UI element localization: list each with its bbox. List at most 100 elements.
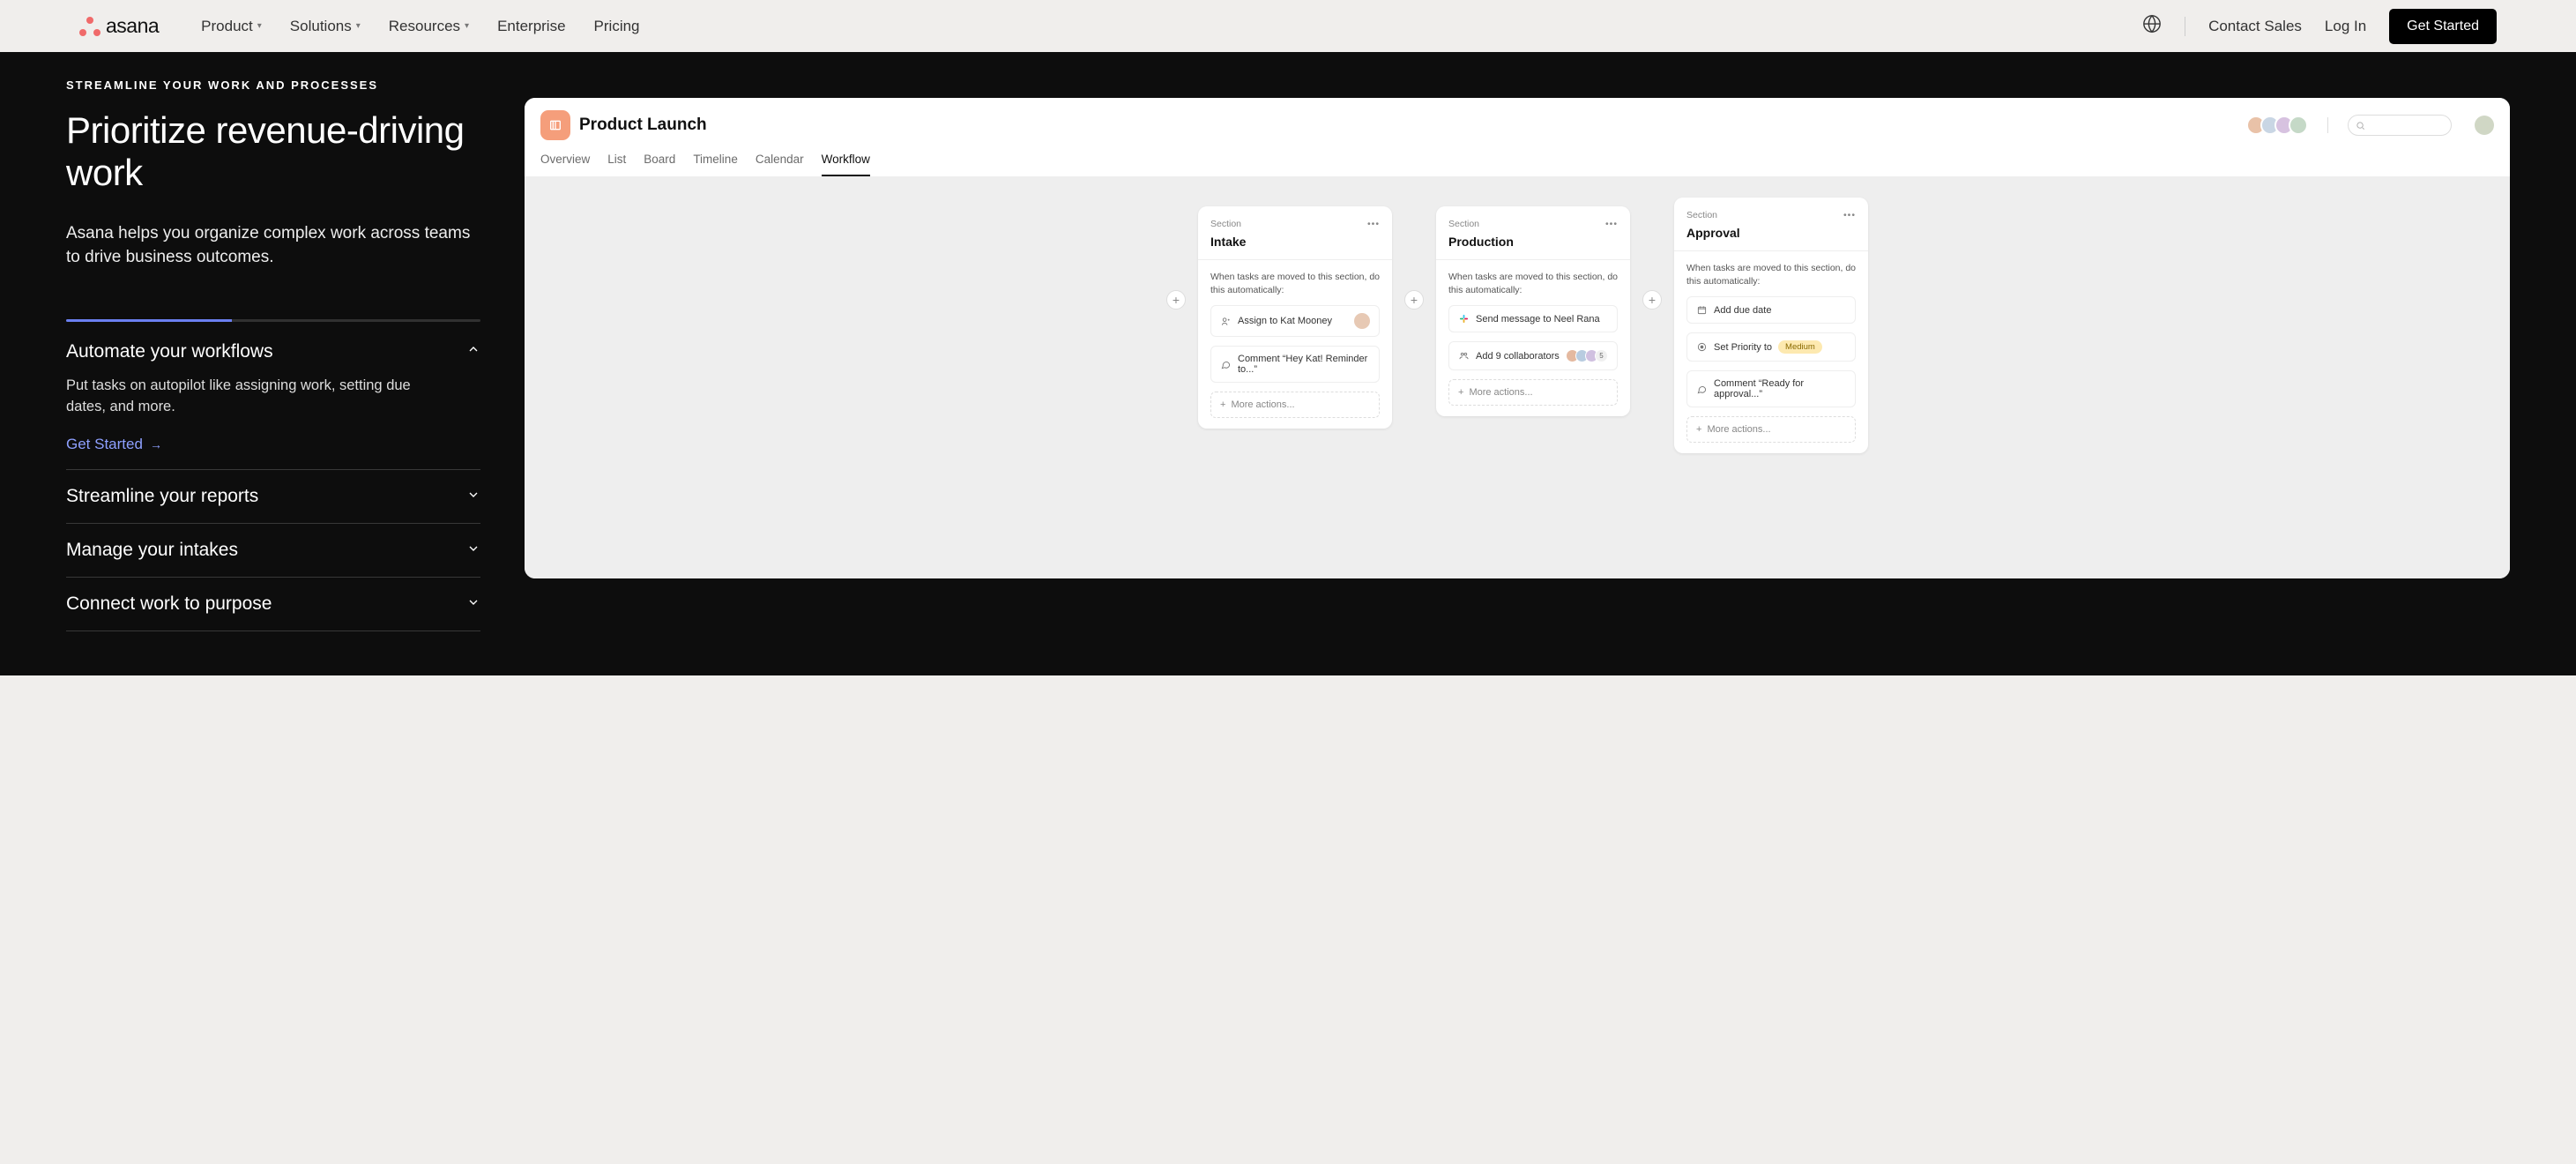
tab-calendar[interactable]: Calendar [756, 153, 804, 176]
accordion-item-purpose: Connect work to purpose [66, 578, 480, 631]
search-input[interactable] [2348, 115, 2452, 136]
chevron-down-icon: ▾ [465, 21, 469, 31]
rule-due-date[interactable]: Add due date [1686, 296, 1856, 324]
accordion-cta-link[interactable]: Get Started → [66, 436, 162, 453]
tab-workflow[interactable]: Workflow [822, 153, 870, 176]
nav-solutions[interactable]: Solutions▾ [290, 18, 361, 35]
section-helper: When tasks are moved to this section, do… [1210, 271, 1380, 296]
hero-subtitle: Asana helps you organize complex work ac… [66, 221, 472, 270]
search-icon [2356, 121, 2365, 131]
accordion-toggle[interactable]: Manage your intakes [66, 540, 480, 561]
eyebrow-text: STREAMLINE YOUR WORK AND PROCESSES [66, 78, 489, 92]
project-icon [540, 110, 570, 140]
nav-enterprise[interactable]: Enterprise [497, 18, 565, 35]
tab-board[interactable]: Board [644, 153, 675, 176]
globe-icon[interactable] [2142, 14, 2162, 38]
member-avatars[interactable] [2246, 116, 2308, 135]
chevron-up-icon [466, 342, 480, 361]
more-actions-button[interactable]: + More actions... [1210, 392, 1380, 418]
accordion-title: Automate your workflows [66, 341, 273, 362]
get-started-button[interactable]: Get Started [2389, 9, 2497, 44]
rule-assign[interactable]: Assign to Kat Mooney [1210, 305, 1380, 337]
workflow-canvas: + Section ••• Intake When tasks are move… [525, 176, 2510, 578]
priority-badge: Medium [1778, 340, 1822, 354]
assign-icon [1220, 316, 1232, 327]
feature-accordion: Automate your workflows Put tasks on aut… [66, 319, 489, 632]
workflow-section-approval: Section ••• Approval When tasks are move… [1674, 198, 1868, 453]
add-section-button[interactable]: + [1642, 290, 1662, 310]
accordion-item-automate: Automate your workflows Put tasks on aut… [66, 341, 480, 471]
add-section-button[interactable]: + [1404, 290, 1424, 310]
accordion-toggle[interactable]: Streamline your reports [66, 486, 480, 507]
plus-icon: + [1696, 424, 1701, 435]
accordion-toggle[interactable]: Connect work to purpose [66, 593, 480, 615]
plus-icon: + [1458, 387, 1463, 398]
tab-overview[interactable]: Overview [540, 153, 590, 176]
top-nav: asana Product▾ Solutions▾ Resources▾ Ent… [0, 0, 2576, 52]
hero-copy: STREAMLINE YOUR WORK AND PROCESSES Prior… [66, 78, 489, 631]
comment-icon [1220, 359, 1232, 370]
collaborator-avatars: 5 [1566, 349, 1608, 362]
project-tabs: Overview List Board Timeline Calendar Wo… [540, 153, 2494, 176]
accordion-item-intakes: Manage your intakes [66, 524, 480, 578]
more-actions-button[interactable]: + More actions... [1686, 416, 1856, 443]
chevron-down-icon [466, 488, 480, 506]
section-label: Section [1210, 219, 1241, 229]
section-helper: When tasks are moved to this section, do… [1448, 271, 1618, 296]
more-icon[interactable]: ••• [1843, 210, 1856, 220]
section-label: Section [1448, 219, 1479, 229]
more-icon[interactable]: ••• [1605, 219, 1618, 229]
nav-product[interactable]: Product▾ [201, 18, 262, 35]
rule-priority[interactable]: Set Priority to Medium [1686, 332, 1856, 362]
brand-logo[interactable]: asana [79, 14, 159, 38]
workflow-section-production: Section ••• Production When tasks are mo… [1436, 206, 1630, 416]
rule-comment[interactable]: Comment “Hey Kat! Reminder to...” [1210, 346, 1380, 383]
user-avatar[interactable] [2475, 116, 2494, 135]
section-helper: When tasks are moved to this section, do… [1686, 262, 1856, 287]
brand-name: asana [106, 14, 159, 38]
rule-text: Comment “Hey Kat! Reminder to...” [1238, 354, 1370, 375]
rule-text: Add due date [1714, 305, 1771, 316]
login-link[interactable]: Log In [2325, 18, 2366, 35]
more-icon[interactable]: ••• [1367, 219, 1380, 229]
nav-resources[interactable]: Resources▾ [389, 18, 469, 35]
tab-list[interactable]: List [607, 153, 626, 176]
rule-collaborators[interactable]: Add 9 collaborators 5 [1448, 341, 1618, 370]
accordion-title: Connect work to purpose [66, 593, 272, 615]
avatar [1354, 313, 1370, 329]
nav-pricing[interactable]: Pricing [594, 18, 640, 35]
chevron-down-icon [466, 541, 480, 560]
workflow-section-intake: Section ••• Intake When tasks are moved … [1198, 206, 1392, 429]
slack-icon [1458, 313, 1470, 325]
primary-nav: Product▾ Solutions▾ Resources▾ Enterpris… [201, 18, 639, 35]
section-title: Intake [1210, 235, 1380, 249]
rule-comment[interactable]: Comment “Ready for approval...” [1686, 370, 1856, 407]
section-label: Section [1686, 210, 1717, 220]
more-actions-button[interactable]: + More actions... [1448, 379, 1618, 406]
rule-text: Send message to Neel Rana [1476, 314, 1600, 325]
rule-text: Set Priority to [1714, 342, 1772, 353]
arrow-right-icon: → [150, 437, 162, 451]
collaborators-icon [1458, 350, 1470, 362]
accordion-toggle[interactable]: Automate your workflows [66, 341, 480, 362]
accordion-title: Manage your intakes [66, 540, 238, 561]
app-header: Product Launch Overview List Board T [525, 98, 2510, 176]
plus-icon: + [1220, 399, 1225, 410]
chevron-down-icon [466, 595, 480, 614]
comment-icon [1696, 384, 1708, 395]
secondary-nav: Contact Sales Log In Get Started [2142, 9, 2497, 44]
rule-text: Assign to Kat Mooney [1238, 316, 1332, 326]
rule-slack[interactable]: Send message to Neel Rana [1448, 305, 1618, 332]
contact-sales-link[interactable]: Contact Sales [2208, 18, 2302, 35]
section-title: Approval [1686, 226, 1856, 240]
product-screenshot: Product Launch Overview List Board T [525, 98, 2510, 578]
divider [2327, 117, 2328, 133]
priority-icon [1696, 341, 1708, 353]
add-section-button[interactable]: + [1166, 290, 1186, 310]
calendar-icon [1696, 304, 1708, 316]
accordion-title: Streamline your reports [66, 486, 258, 507]
tab-timeline[interactable]: Timeline [693, 153, 738, 176]
project-title: Product Launch [579, 116, 707, 135]
progress-bar [66, 319, 480, 322]
asana-dots-icon [79, 17, 101, 36]
